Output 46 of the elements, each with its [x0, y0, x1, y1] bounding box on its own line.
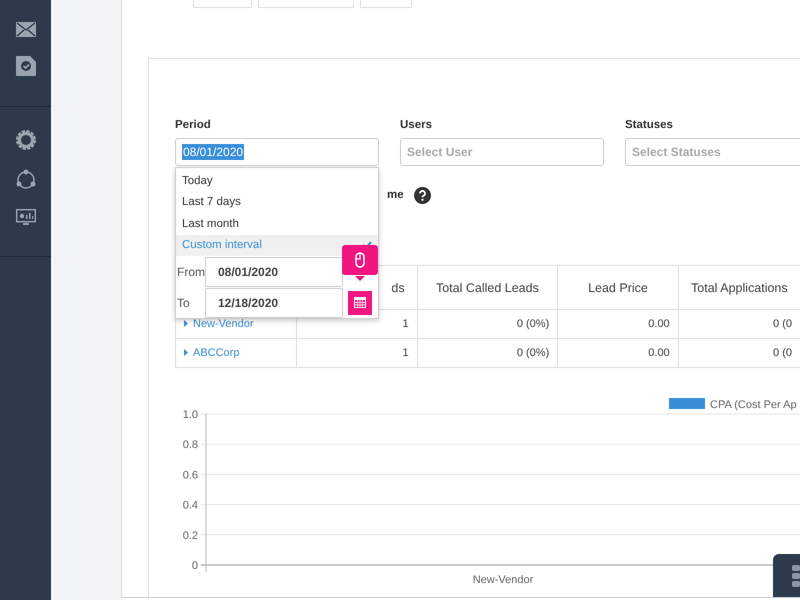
table-cell: 0.00 [648, 318, 670, 330]
select-field[interactable]: Select User [400, 138, 604, 166]
option-label: me [387, 189, 404, 201]
help-icon[interactable] [414, 186, 431, 204]
column-header: Total Called Leads [436, 280, 539, 294]
table-cell: 0 (0%) [516, 318, 550, 330]
date-input[interactable]: 12/18/2020 [205, 288, 343, 318]
mouse-icon [355, 252, 365, 268]
period-option[interactable]: Last 7 days [176, 192, 378, 213]
select-field[interactable]: Select Statuses [625, 138, 800, 166]
mail-icon[interactable] [16, 22, 36, 37]
date-label: From [176, 264, 205, 278]
axis-tick-label: 1.0 [182, 409, 198, 421]
axis-tick-label: 0 [192, 560, 198, 572]
gear-icon[interactable] [14, 129, 36, 151]
share-icon[interactable] [14, 169, 36, 191]
period-option[interactable]: Today [176, 170, 378, 192]
column-header: ds [391, 280, 405, 294]
calendar-button[interactable] [348, 290, 372, 314]
table-cell: 0 (0 [773, 347, 792, 359]
checklist-icon[interactable] [16, 56, 36, 76]
column-header: Lead Price [588, 280, 648, 294]
axis-category-label: New-Vendor [472, 574, 534, 586]
table-cell: 1 [402, 347, 409, 359]
table-cell: 0 (0%) [516, 347, 550, 359]
list-icon [792, 562, 800, 588]
table-cell: 0 (0 [773, 318, 792, 330]
axis-tick-label: 0.6 [182, 469, 198, 482]
field-label: Period [175, 119, 212, 131]
column-header: Total Applications [691, 280, 788, 294]
calendar-icon [354, 297, 366, 308]
legend-label: CPA (Cost Per Ap [710, 399, 797, 411]
caret-icon[interactable] [184, 349, 189, 356]
axis-tick-label: 0.8 [182, 439, 198, 452]
date-input[interactable]: 08/01/2020 [205, 256, 343, 286]
caret-icon[interactable] [184, 320, 189, 328]
date-label: To [176, 296, 191, 310]
field-label: Statuses [625, 119, 674, 131]
monitor-chart-icon[interactable] [16, 209, 36, 226]
widget-tab[interactable] [773, 554, 800, 597]
axis-tick-label: 0.2 [182, 530, 198, 542]
period-option[interactable]: Last month [176, 213, 378, 234]
axis-tick-label: 0.4 [182, 500, 198, 512]
table-cell: 1 [402, 318, 409, 330]
table-cell: 0.00 [648, 347, 670, 359]
field-label: Users [400, 119, 433, 131]
